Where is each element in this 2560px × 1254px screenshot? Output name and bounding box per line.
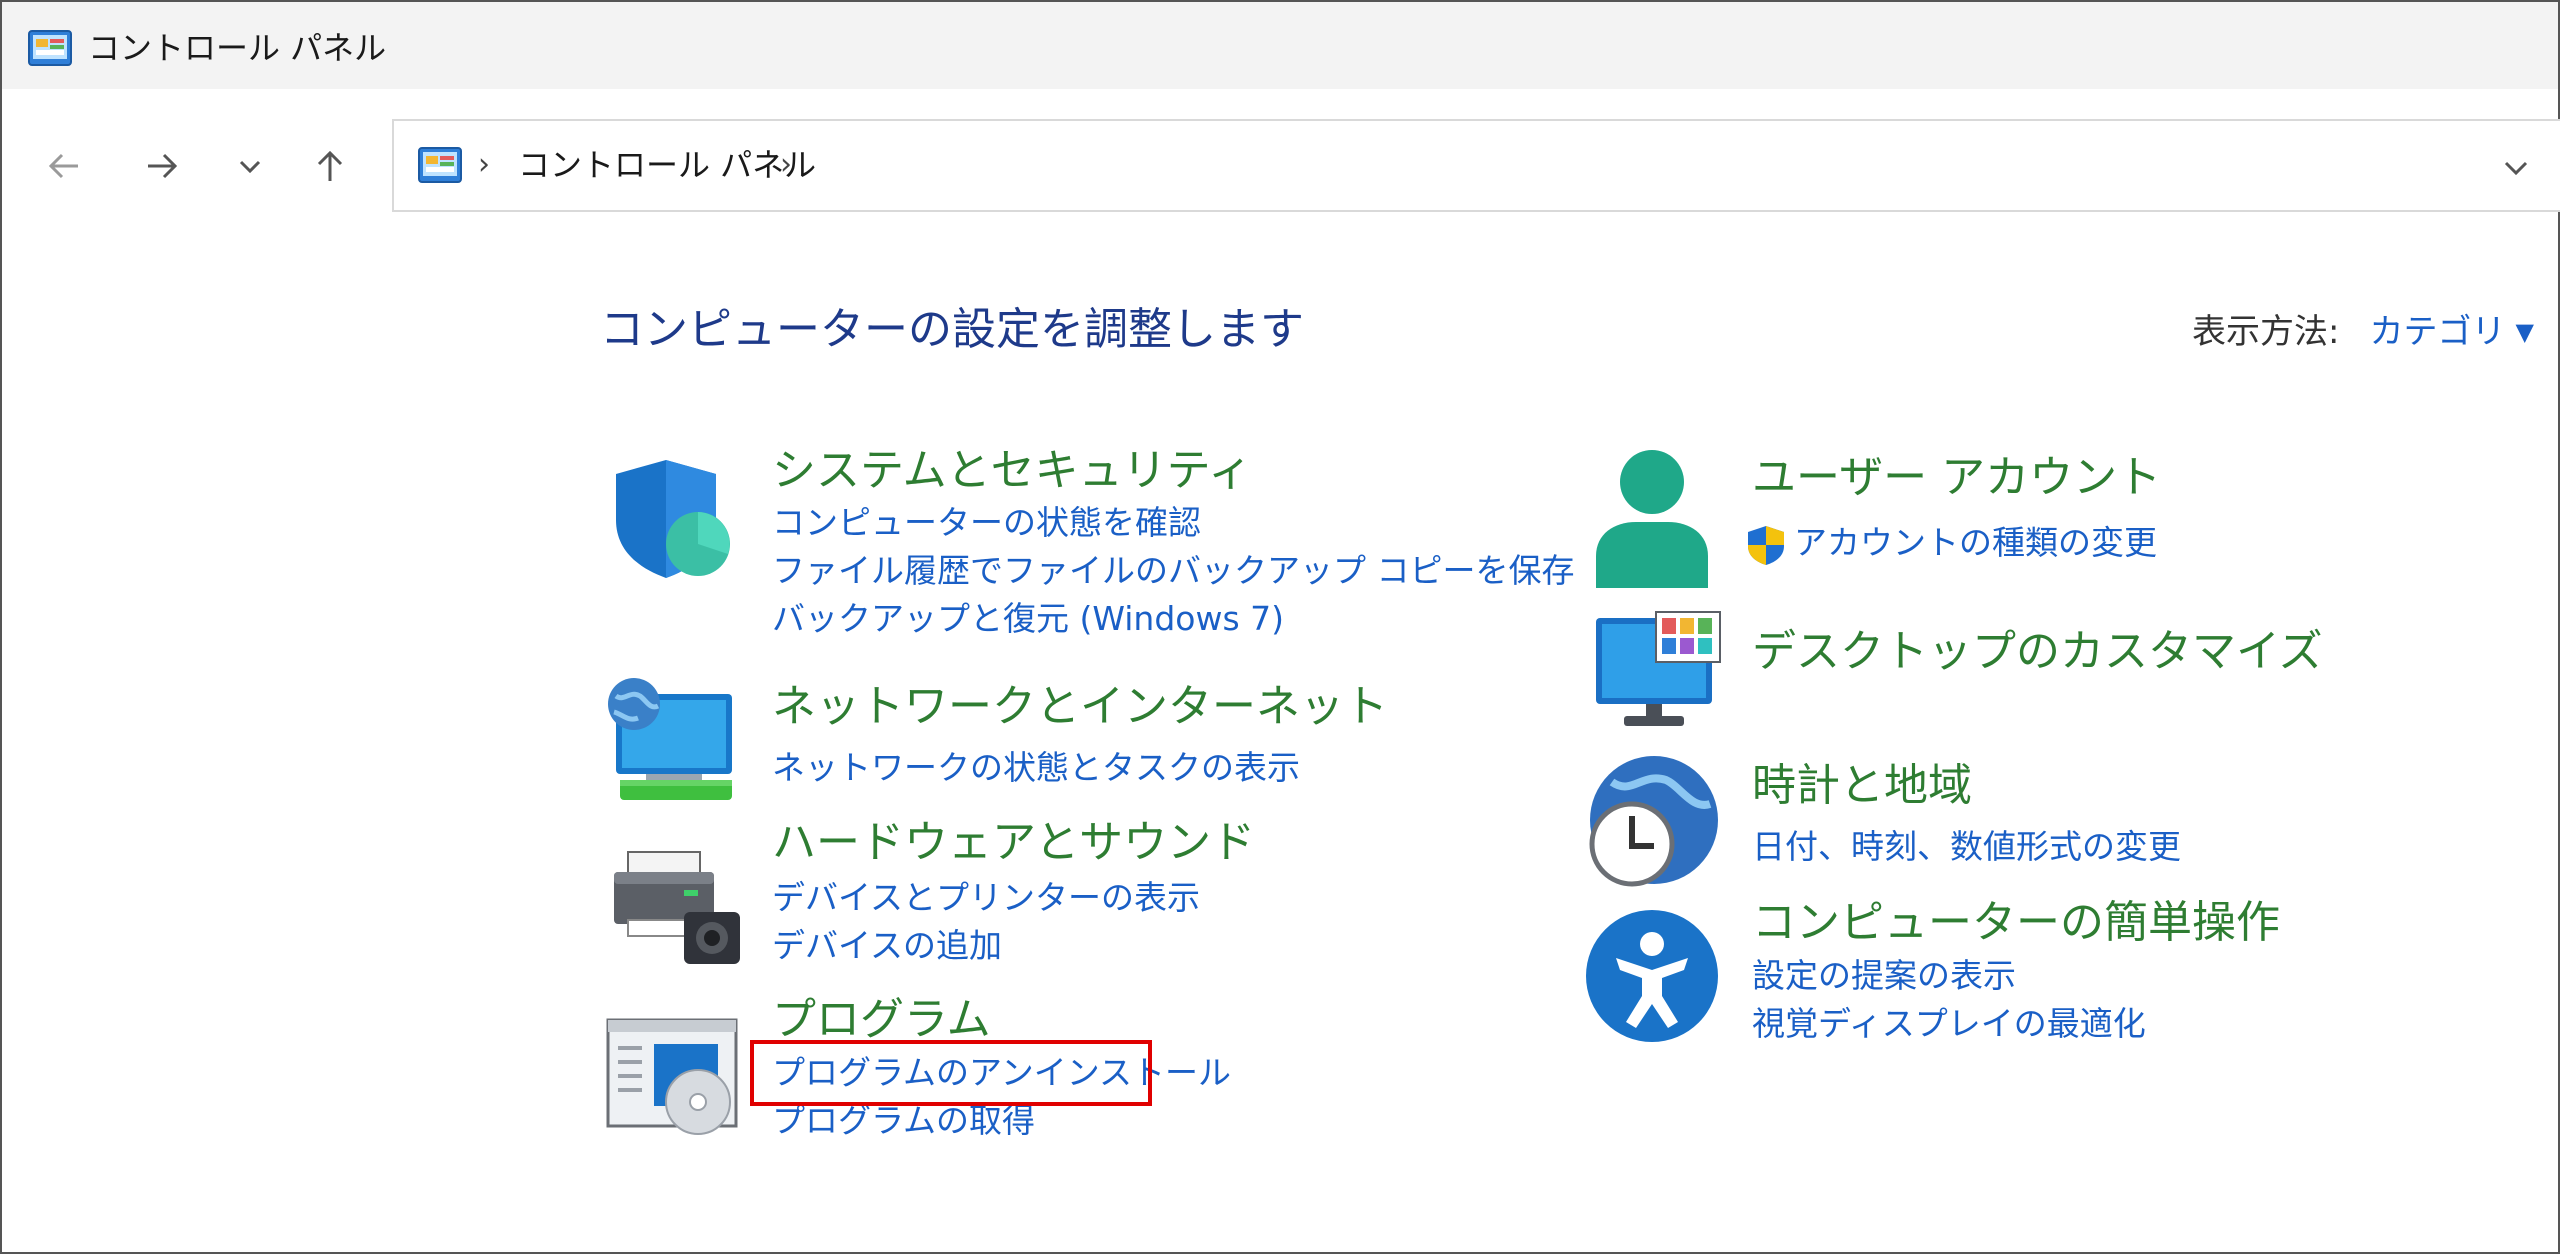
arrow-right-icon (148, 153, 178, 179)
link-backup-restore[interactable]: バックアップと復元 (Windows 7) (772, 596, 1284, 642)
arrow-up-icon (317, 150, 343, 181)
up-button[interactable] (306, 142, 354, 190)
link-change-account-type[interactable]: アカウントの種類の変更 (1794, 520, 2157, 566)
view-by-selector[interactable]: 表示方法: カテゴリ ▼ (2192, 308, 2534, 356)
breadcrumb-separator[interactable]: › (780, 145, 792, 185)
category-network-internet[interactable]: ネットワークとインターネット (772, 679, 1388, 735)
link-suggested-settings[interactable]: 設定の提案の表示 (1752, 953, 2016, 999)
forward-button[interactable] (138, 142, 186, 190)
breadcrumb-separator[interactable]: › (478, 145, 490, 185)
recent-locations-button[interactable] (226, 142, 274, 190)
category-system-security[interactable]: システムとセキュリティ (772, 443, 1252, 499)
control-panel-window: コントロール パネル › コントロール パネル › コンピューターの設定を調整し… (0, 0, 2560, 1254)
category-ease-of-access[interactable]: コンピューターの簡単操作 (1752, 895, 2280, 951)
category-user-accounts[interactable]: ユーザー アカウント (1752, 450, 2161, 506)
link-change-date-time-format[interactable]: 日付、時刻、数値形式の変更 (1752, 824, 2181, 870)
view-by-value[interactable]: カテゴリ (2369, 312, 2505, 352)
category-desktop-customize[interactable]: デスクトップのカスタマイズ (1752, 624, 2323, 680)
shield-icon[interactable] (608, 458, 732, 582)
programs-icon[interactable] (606, 1016, 742, 1136)
breadcrumb-control-panel[interactable]: コントロール パネル (518, 143, 816, 187)
highlight-box (750, 1040, 1152, 1106)
address-bar[interactable]: › コントロール パネル › (392, 119, 2560, 212)
link-view-devices-printers[interactable]: デバイスとプリンターの表示 (772, 875, 1200, 921)
category-clock-region[interactable]: 時計と地域 (1752, 758, 1972, 814)
page-title: コンピューターの設定を調整します (600, 304, 1304, 355)
link-add-device[interactable]: デバイスの追加 (772, 923, 1002, 969)
control-panel-icon (28, 30, 72, 66)
link-network-status[interactable]: ネットワークの状態とタスクの表示 (772, 745, 1300, 791)
accessibility-icon[interactable] (1584, 908, 1720, 1044)
category-hardware-sound[interactable]: ハードウェアとサウンド (772, 815, 1255, 871)
link-file-history-backup[interactable]: ファイル履歴でファイルのバックアップ コピーを保存 (772, 548, 1575, 594)
control-panel-icon (418, 147, 462, 183)
clock-globe-icon[interactable] (1582, 752, 1722, 892)
title-bar: コントロール パネル (2, 2, 2558, 89)
chevron-down-icon[interactable] (2499, 151, 2533, 185)
arrow-left-icon (48, 153, 78, 179)
user-icon[interactable] (1592, 448, 1712, 588)
window-title: コントロール パネル (88, 29, 387, 67)
monitor-icon[interactable] (1592, 608, 1722, 730)
back-button[interactable] (40, 142, 88, 190)
network-icon[interactable] (606, 676, 736, 804)
view-by-label: 表示方法: (2192, 312, 2340, 352)
printer-icon[interactable] (612, 850, 742, 966)
chevron-down-icon (239, 160, 261, 174)
uac-shield-icon (1748, 526, 1784, 565)
link-optimize-visual-display[interactable]: 視覚ディスプレイの最適化 (1752, 1001, 2146, 1047)
link-check-computer-status[interactable]: コンピューターの状態を確認 (772, 500, 1201, 546)
dropdown-arrow-icon[interactable]: ▼ (2515, 318, 2533, 346)
